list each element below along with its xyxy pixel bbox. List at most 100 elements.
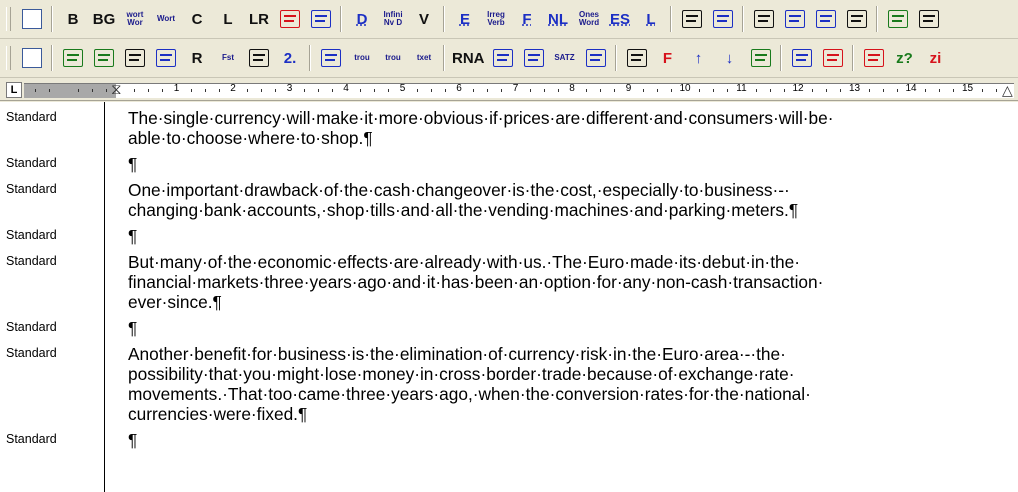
toolbar-button-26[interactable]: z? <box>890 44 920 72</box>
document-button[interactable] <box>17 44 47 72</box>
toolbar-button-19[interactable]: L <box>636 5 666 33</box>
toolbar-button-label: txet <box>416 53 432 62</box>
ruler-tick <box>600 89 602 92</box>
word-stats-button[interactable] <box>842 5 872 33</box>
document-area[interactable]: Standard The·single·currency·will·make·it… <box>0 102 1018 492</box>
toolbar-button-7[interactable]: LR <box>244 5 274 33</box>
toolbar-button-13[interactable]: E <box>450 5 480 33</box>
left-indent-marker[interactable]: ⧖ <box>111 81 122 98</box>
swap-a-button[interactable] <box>488 44 518 72</box>
toolbar-button-1[interactable]: B <box>58 5 88 33</box>
toolbar-button-15[interactable]: F <box>512 5 542 33</box>
toolbar-button-18[interactable]: ES <box>605 5 635 33</box>
ruler-tick <box>981 89 983 92</box>
toolbar-button-4[interactable]: Wort <box>151 5 181 33</box>
paragraph-style-name[interactable]: Standard <box>6 432 57 446</box>
toolbar-button-14[interactable]: Irreg Verb <box>481 5 511 33</box>
document-icon <box>22 48 42 68</box>
ruler-tick <box>49 89 51 92</box>
toolbar-button-6[interactable]: Fst <box>213 44 243 72</box>
toolbar-button-27[interactable]: zi <box>921 44 951 72</box>
paragraph-style-name[interactable]: Standard <box>6 254 57 268</box>
toolbar-button-21[interactable]: ↓ <box>715 44 745 72</box>
paragraph[interactable]: Another·benefit·for·business·is·the·elim… <box>128 344 1008 424</box>
toolbar-button-6[interactable]: L <box>213 5 243 33</box>
wand-button[interactable] <box>151 44 181 72</box>
books-button[interactable] <box>677 5 707 33</box>
paragraph-line: movements.·That·too·came·three·years·ago… <box>128 384 811 404</box>
swap-b-button[interactable] <box>519 44 549 72</box>
highlight-button[interactable] <box>275 5 305 33</box>
list-button[interactable] <box>749 5 779 33</box>
paragraph-style-name[interactable]: Standard <box>6 320 57 334</box>
shoe-button[interactable] <box>859 44 889 72</box>
paragraph-style-name[interactable]: Standard <box>6 182 57 196</box>
toolbar-button-5[interactable]: C <box>182 5 212 33</box>
paragraph[interactable]: ¶ <box>128 318 1008 338</box>
ruler-tick <box>317 89 319 92</box>
paragraph-style-name[interactable]: Standard <box>6 110 57 124</box>
horizontal-ruler[interactable]: L ⧖ △ 1 2 3 4 5 6 7 8 9 10 11 12 13 14 15 <box>0 79 1018 101</box>
smiley-button[interactable] <box>914 5 944 33</box>
paragraph-style-name[interactable]: Standard <box>6 228 57 242</box>
ruler-tick <box>557 89 559 92</box>
toolbar-button-10[interactable]: trou <box>347 44 377 72</box>
grid-button[interactable] <box>708 5 738 33</box>
toolbar-button-19[interactable]: F <box>653 44 683 72</box>
align-button[interactable] <box>780 5 810 33</box>
word-a-button[interactable] <box>316 44 346 72</box>
toolbar-button-5[interactable]: R <box>182 44 212 72</box>
ruler-tick <box>953 89 955 92</box>
tool-b-button[interactable] <box>89 44 119 72</box>
table-button[interactable] <box>120 44 150 72</box>
sheet-button[interactable] <box>581 44 611 72</box>
eraser-button[interactable] <box>818 44 848 72</box>
paragraph[interactable]: ¶ <box>128 226 1008 246</box>
ruler-number: 11 <box>736 83 747 94</box>
toolbar-button-8[interactable]: 2. <box>275 44 305 72</box>
sort-button[interactable] <box>746 44 776 72</box>
toolbar-grip[interactable] <box>6 7 11 31</box>
toolbar-button-13[interactable]: RNA <box>450 44 487 72</box>
right-indent-marker[interactable]: △ <box>1002 82 1013 99</box>
insert-button[interactable] <box>306 5 336 33</box>
key-button[interactable] <box>244 44 274 72</box>
bucket-button[interactable] <box>787 44 817 72</box>
paragraph[interactable]: The·single·currency·will·make·it·more·ob… <box>128 108 1008 148</box>
toolbar-grip[interactable] <box>6 46 11 70</box>
document-button[interactable] <box>17 5 47 33</box>
paragraph[interactable]: ¶ <box>128 154 1008 174</box>
paragraph-style-name[interactable]: Standard <box>6 156 57 170</box>
ruler-number: 3 <box>286 83 293 94</box>
toolbar-button-16[interactable]: NL <box>543 5 573 33</box>
ruler-tick <box>840 89 842 92</box>
toolbar-button-12[interactable]: txet <box>409 44 439 72</box>
ruler-strip[interactable] <box>24 83 1014 98</box>
toolbar-button-20[interactable]: ↑ <box>684 44 714 72</box>
ruler-tick <box>148 89 150 92</box>
ruler-tick <box>896 89 898 92</box>
tab-selector[interactable]: L <box>6 82 22 98</box>
ruler-tick <box>812 89 814 92</box>
toolbar-button-2[interactable]: BG <box>89 5 119 33</box>
paragraph[interactable]: One·important·drawback·of·the·cash·chang… <box>128 180 1008 220</box>
toolbar-button-3[interactable]: wort Wor <box>120 5 150 33</box>
paragraph[interactable]: ¶ <box>128 430 1008 450</box>
toolbar-separator <box>51 6 53 32</box>
tool-a-button[interactable] <box>58 44 88 72</box>
hook-button[interactable] <box>622 44 652 72</box>
toolbar-button-label: V <box>418 10 429 28</box>
paragraph-style-name[interactable]: Standard <box>6 346 57 360</box>
toolbar-button-10[interactable]: D <box>347 5 377 33</box>
toolbar-button-11[interactable]: Infini Nv D <box>378 5 408 33</box>
toolbar-button-16[interactable]: SATZ <box>550 44 580 72</box>
ruler-tick <box>331 89 333 92</box>
toolbar-button-label: ↑ <box>694 49 703 67</box>
paragraph[interactable]: But·many·of·the·economic·effects·are·alr… <box>128 252 1008 312</box>
columns-button[interactable] <box>811 5 841 33</box>
ruler-number: 7 <box>512 83 519 94</box>
chinese-char-button[interactable] <box>883 5 913 33</box>
toolbar-button-12[interactable]: V <box>409 5 439 33</box>
toolbar-button-11[interactable]: trou <box>378 44 408 72</box>
toolbar-button-17[interactable]: Ones Word <box>574 5 604 33</box>
